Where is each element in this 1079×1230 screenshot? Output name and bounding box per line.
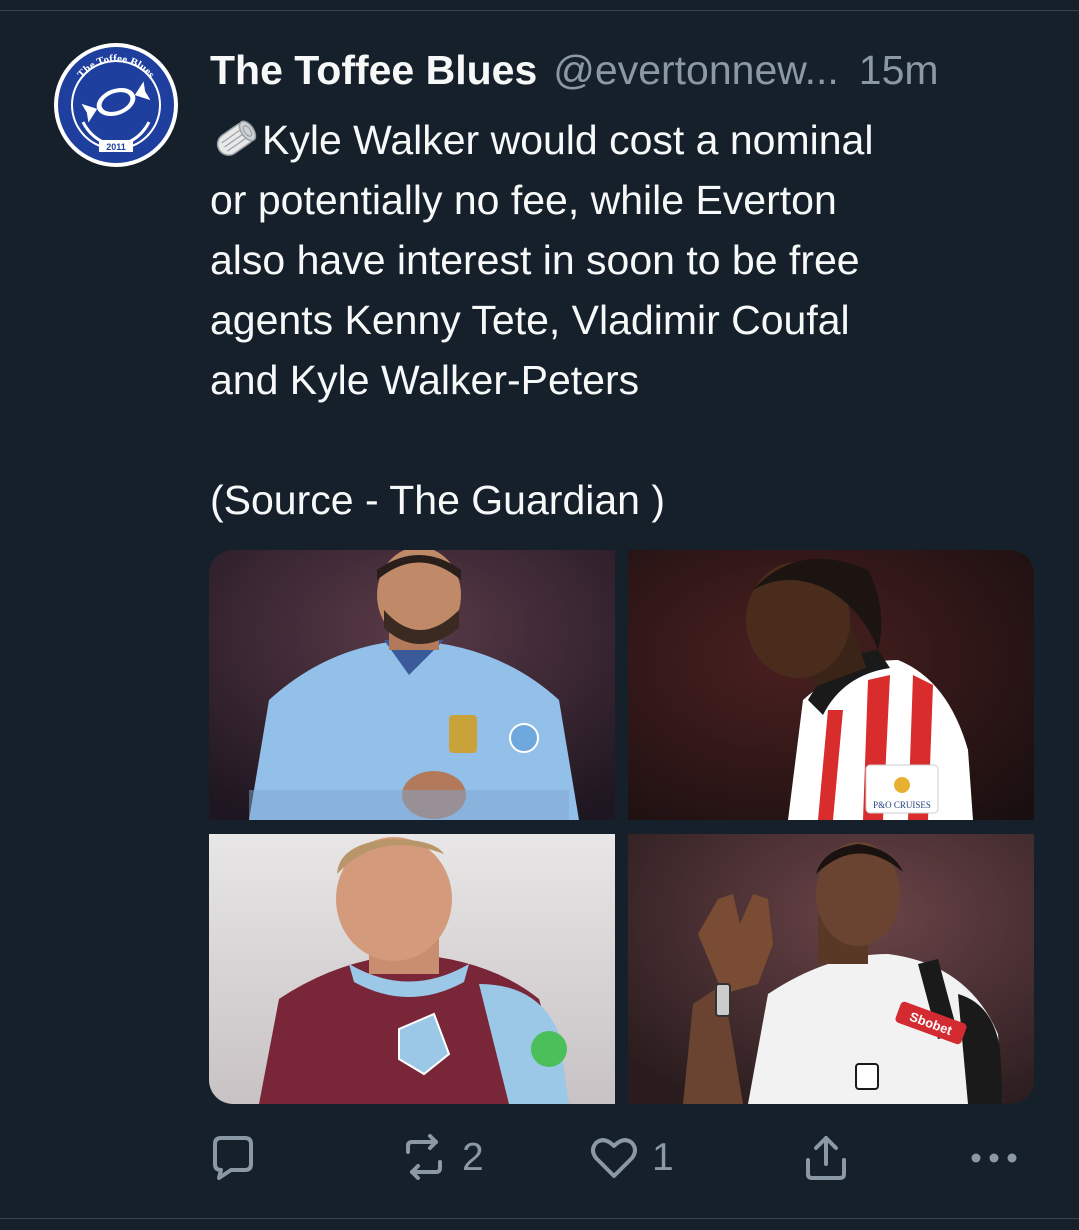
reply-icon (207, 1132, 259, 1184)
newspaper-roll-icon (210, 116, 262, 162)
sponsor-text-2: P&O CRUISES (873, 800, 931, 810)
tweet-text: Kyle Walker would cost a nominal or pote… (210, 110, 1040, 530)
top-divider (0, 10, 1079, 11)
tweet-body: Kyle Walker would cost a nominal or pote… (210, 117, 874, 523)
tweet-header: The Toffee Blues @evertonnew... 15m (210, 44, 1040, 96)
share-button[interactable] (800, 1128, 852, 1188)
display-name[interactable]: The Toffee Blues (210, 47, 537, 94)
media-grid: P&O CRUISES Sbobet (209, 550, 1034, 1104)
retweet-count: 2 (462, 1136, 484, 1179)
like-button[interactable]: 1 (588, 1128, 674, 1188)
like-count: 1 (652, 1136, 674, 1179)
retweet-icon (398, 1132, 450, 1184)
heart-icon (588, 1132, 640, 1184)
avatar[interactable]: The Toffee Blues 2011 (53, 42, 179, 168)
player-photo-vladimir-coufal[interactable] (209, 834, 615, 1104)
player-photo-kenny-tete[interactable]: Sbobet (628, 834, 1034, 1104)
more-button[interactable] (966, 1128, 1022, 1188)
action-bar: 2 1 (0, 1128, 1079, 1188)
avatar-year: 2011 (106, 142, 126, 152)
more-icon (966, 1132, 1022, 1184)
handle[interactable]: @evertonnew... (553, 47, 839, 94)
reply-button[interactable] (207, 1128, 259, 1188)
timestamp[interactable]: 15m (859, 47, 939, 94)
retweet-button[interactable]: 2 (398, 1128, 484, 1188)
bottom-divider (0, 1218, 1079, 1219)
player-photo-kyle-walker-peters[interactable]: P&O CRUISES (628, 550, 1034, 820)
share-icon (800, 1132, 852, 1184)
player-photo-kyle-walker[interactable] (209, 550, 615, 820)
